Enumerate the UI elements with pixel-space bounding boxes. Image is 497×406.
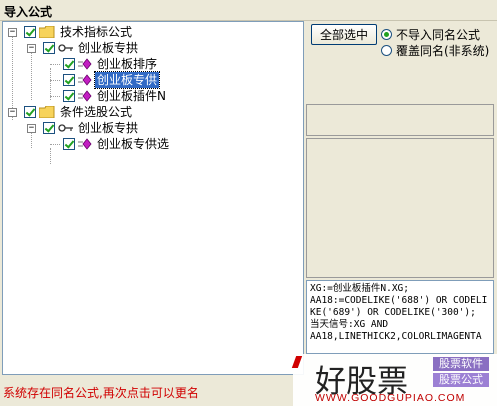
folder-icon <box>39 106 55 118</box>
radio-skip-duplicates-label: 不导入同名公式 <box>396 28 481 42</box>
tree-connector <box>50 64 60 65</box>
info-panel-top <box>306 104 494 136</box>
radio-overwrite-duplicates[interactable] <box>381 45 392 56</box>
watermark-tag-formula: 股票公式 <box>433 373 489 387</box>
collapse-icon[interactable]: − <box>27 44 36 53</box>
tree-node-label: 创业板插件N <box>97 89 166 103</box>
window-title: 导入公式 <box>4 5 53 19</box>
checkbox-checked[interactable] <box>24 106 36 118</box>
collapse-icon[interactable]: − <box>8 28 17 37</box>
checkbox-checked[interactable] <box>63 90 75 102</box>
watermark: 好股票 股票软件 股票公式 WWW.GOODGUPIAO.COM <box>291 354 497 406</box>
checkbox-checked[interactable] <box>43 122 55 134</box>
formula-gem-icon <box>78 138 92 150</box>
info-panel-middle <box>306 138 494 278</box>
tree-node-label: 创业板专拱 <box>78 121 139 135</box>
tree-node-label: 创业板专供选 <box>97 137 170 151</box>
tree-connector <box>31 52 32 100</box>
tree-node-label: 技术指标公式 <box>60 25 133 39</box>
formula-gem-icon <box>78 74 92 86</box>
tree-node-label: 创业板专供 <box>93 71 161 89</box>
tree-connector <box>50 148 51 164</box>
folder-icon <box>39 26 55 38</box>
key-icon <box>58 44 73 52</box>
radio-overwrite-duplicates-label: 覆盖同名(非系统) <box>396 44 490 58</box>
tree-node-label: 创业板排序 <box>97 57 158 71</box>
watermark-mark <box>291 356 303 368</box>
tree-node-label: 条件选股公式 <box>60 105 133 119</box>
tree-connector <box>50 144 60 145</box>
tree-node-label: 创业板专拱 <box>78 41 139 55</box>
tree-connector <box>31 132 32 148</box>
formula-tree[interactable]: − 技术指标公式 − 创业板专拱 创业板排序 创业板专供 创业板插件N − 条件… <box>2 21 304 375</box>
checkbox-checked[interactable] <box>63 138 75 150</box>
checkbox-checked[interactable] <box>24 26 36 38</box>
tree-connector <box>50 80 60 81</box>
status-message: 系统存在同名公式,再次点击可以更名 <box>3 386 199 400</box>
tree-connector <box>50 96 60 97</box>
watermark-tag-software: 股票软件 <box>433 357 489 371</box>
checkbox-checked[interactable] <box>63 58 75 70</box>
watermark-url: WWW.GOODGUPIAO.COM <box>315 392 466 404</box>
select-all-button[interactable]: 全部选中 <box>311 24 377 45</box>
formula-gem-icon <box>78 58 92 70</box>
checkbox-checked[interactable] <box>43 42 55 54</box>
key-icon <box>58 124 73 132</box>
radio-skip-duplicates[interactable] <box>381 29 392 40</box>
title-bar: 导入公式 <box>0 0 497 21</box>
collapse-icon[interactable]: − <box>8 108 17 117</box>
checkbox-checked[interactable] <box>63 74 75 86</box>
collapse-icon[interactable]: − <box>27 124 36 133</box>
formula-gem-icon <box>78 90 92 102</box>
formula-code-view: XG:=创业板插件N.XG; AA18:=CODELIKE('688') OR … <box>306 280 494 354</box>
